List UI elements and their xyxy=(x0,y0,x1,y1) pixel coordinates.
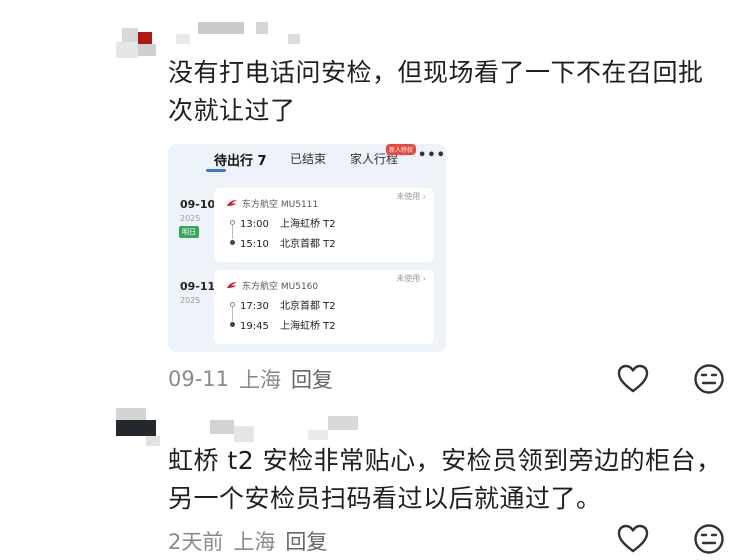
arrive-airport: 上海虹桥 T2 xyxy=(280,321,336,332)
heart-outline-icon[interactable] xyxy=(616,522,650,556)
route-line xyxy=(232,307,233,321)
depart-airport: 北京首都 T2 xyxy=(280,301,336,312)
tab-finished: 已结束 xyxy=(290,152,327,166)
neutral-face-icon[interactable] xyxy=(692,522,726,556)
avatar[interactable] xyxy=(116,408,162,448)
airline-flight-number: 东方航空 MU5160 xyxy=(242,282,319,292)
route-line xyxy=(232,225,233,239)
comment-1: 没有打电话问安检，但现场看了一下不在召回批次就让过了 待出行 7 已结束 家人行… xyxy=(0,0,750,400)
comment-location: 上海 xyxy=(233,530,276,554)
embedded-trip-screenshot[interactable]: 待出行 7 已结束 家人行程 新人特权 ••• 09-10 2025 明日 东方… xyxy=(168,144,446,352)
arrive-dot-icon xyxy=(230,240,235,245)
comment-text: 没有打电话问安检，但现场看了一下不在召回批次就让过了 xyxy=(168,58,704,125)
arrive-time: 19:45 xyxy=(240,321,269,332)
trip-date: 09-11 xyxy=(180,280,216,293)
neutral-face-icon[interactable] xyxy=(692,362,726,396)
flight-panel: 东方航空 MU5111 未使用 › 13:00 上海虹桥 T2 15:10 北京首都… xyxy=(214,188,434,262)
comment-date: 09-11 xyxy=(168,367,230,391)
depart-time: 17:30 xyxy=(240,301,269,312)
tomorrow-tag: 明日 xyxy=(179,226,199,238)
depart-row: 13:00 上海虹桥 T2 xyxy=(240,215,336,230)
arrive-time: 15:10 xyxy=(240,239,269,250)
arrive-dot-icon xyxy=(230,322,235,327)
ticket-status: 未使用 › xyxy=(396,274,426,283)
comment-meta: 2天前 上海 回复 xyxy=(168,526,327,556)
flight-panel: 东方航空 MU5160 未使用 › 17:30 北京首都 T2 19:45 上海虹桥… xyxy=(214,270,434,344)
airline-flight-number: 东方航空 MU5111 xyxy=(242,200,319,210)
avatar[interactable] xyxy=(116,22,160,62)
airline-row: 东方航空 MU5160 xyxy=(226,279,318,292)
ticket-status: 未使用 › xyxy=(396,192,426,201)
new-user-badge: 新人特权 xyxy=(386,144,417,155)
trip-card-1: 09-10 2025 明日 东方航空 MU5111 未使用 › 13:00 上海虹… xyxy=(168,188,446,266)
heart-outline-icon[interactable] xyxy=(616,362,650,396)
arrive-row: 15:10 北京首都 T2 xyxy=(240,235,336,250)
depart-dot-icon xyxy=(230,220,235,225)
username-blurred[interactable] xyxy=(176,22,300,46)
depart-airport: 上海虹桥 T2 xyxy=(280,219,336,230)
airline-row: 东方航空 MU5111 xyxy=(226,197,318,210)
china-eastern-logo-icon xyxy=(227,282,237,288)
trip-tabs: 待出行 7 已结束 家人行程 新人特权 ••• xyxy=(168,144,446,174)
arrive-airport: 北京首都 T2 xyxy=(280,239,336,250)
comment-date: 2天前 xyxy=(168,530,224,554)
tab-upcoming: 待出行 7 xyxy=(214,154,267,169)
trip-card-2: 09-11 2025 东方航空 MU5160 未使用 › 17:30 北京首都 T… xyxy=(168,270,446,348)
trip-date: 09-10 xyxy=(180,198,216,211)
trip-year: 2025 xyxy=(180,214,201,223)
reply-button[interactable]: 回复 xyxy=(285,526,327,556)
reply-button[interactable]: 回复 xyxy=(291,364,333,394)
china-eastern-logo-icon xyxy=(227,200,237,206)
trip-year: 2025 xyxy=(180,296,201,305)
more-icon: ••• xyxy=(418,148,446,163)
comment-2: 虹桥 t2 安检非常贴心，安检员领到旁边的柜台，另一个安检员扫码看过以后就通过了… xyxy=(0,400,750,560)
depart-dot-icon xyxy=(230,302,235,307)
comment-text: 虹桥 t2 安检非常贴心，安检员领到旁边的柜台，另一个安检员扫码看过以后就通过了… xyxy=(168,446,722,513)
depart-time: 13:00 xyxy=(240,219,269,230)
comment-location: 上海 xyxy=(239,368,282,392)
arrive-row: 19:45 上海虹桥 T2 xyxy=(240,317,336,332)
tab-underline xyxy=(206,169,226,172)
depart-row: 17:30 北京首都 T2 xyxy=(240,297,336,312)
comment-meta: 09-11 上海 回复 xyxy=(168,364,333,394)
